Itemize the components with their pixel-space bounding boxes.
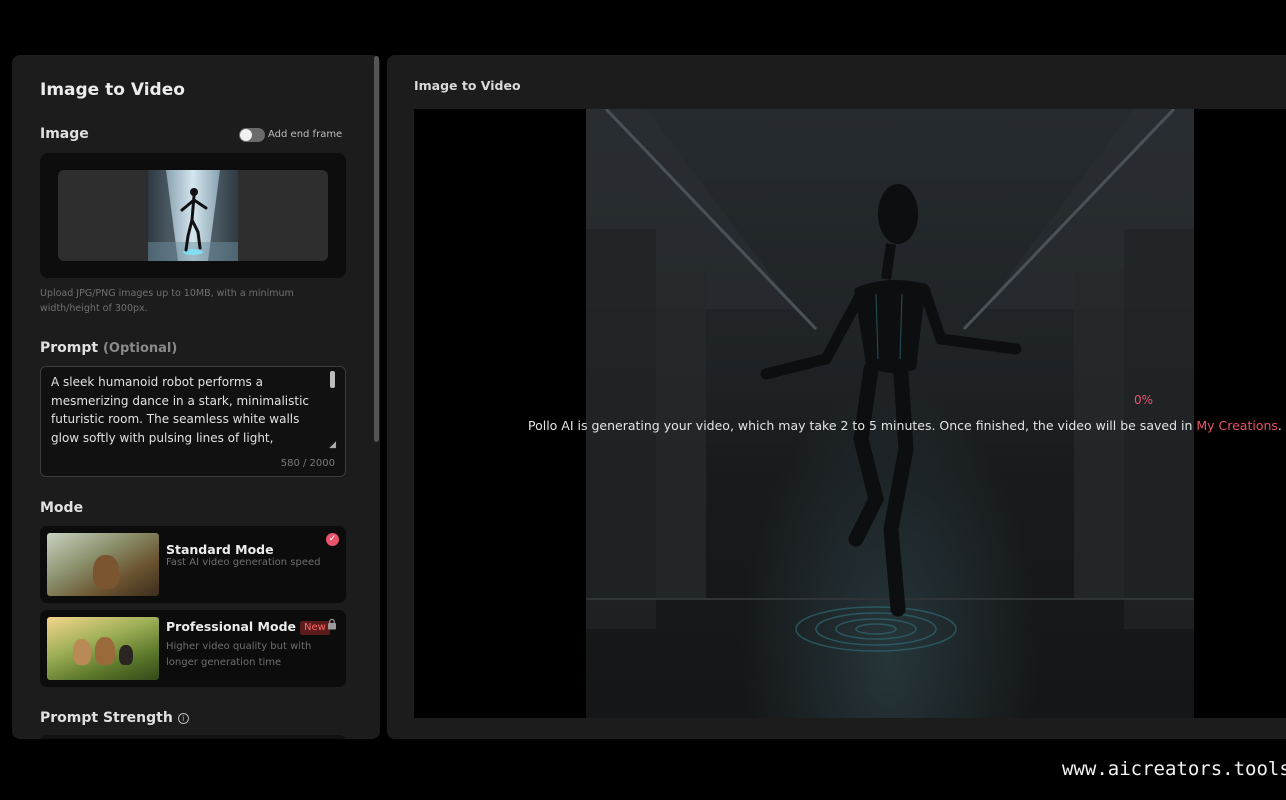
- toggle-knob: [240, 129, 252, 141]
- mode-name-text: Professional Mode: [166, 619, 297, 634]
- site-watermark: www.aicreators.tools: [1062, 758, 1286, 780]
- professional-mode-thumbnail: [47, 617, 159, 680]
- uploaded-image-preview[interactable]: [58, 170, 328, 261]
- end-frame-toggle[interactable]: [239, 128, 265, 142]
- dog-image: [119, 645, 133, 665]
- status-suffix: .: [1277, 418, 1282, 433]
- prompt-scrollbar[interactable]: [330, 371, 335, 388]
- info-icon[interactable]: i: [177, 712, 189, 724]
- resize-handle-icon[interactable]: ◢: [329, 440, 336, 450]
- mode-section-label: Mode: [40, 500, 84, 516]
- optional-label: (Optional): [102, 341, 178, 356]
- settings-panel: Image to Video Image Add end frame Uploa…: [12, 55, 380, 739]
- status-text: Pollo AI is generating your video, which…: [528, 418, 1197, 433]
- lock-icon: [328, 618, 336, 630]
- video-preview-area: 0% Pollo AI is generating your video, wh…: [414, 109, 1286, 718]
- my-creations-link[interactable]: My Creations: [1196, 418, 1278, 433]
- progress-percentage: 0%: [1134, 393, 1154, 407]
- mode-name: Professional Mode New: [166, 619, 330, 635]
- mode-description: Fast AI video generation speed: [166, 557, 321, 568]
- prompt-section-label: Prompt (Optional): [40, 340, 177, 356]
- prompt-strength-text: Prompt Strength: [40, 710, 173, 726]
- image-section-label: Image: [40, 126, 89, 142]
- preview-panel: Image to Video 0% Pollo AI is generating…: [387, 55, 1286, 739]
- mode-description: Higher video quality but with longer gen…: [166, 641, 312, 668]
- professional-mode-option[interactable]: Professional Mode New Higher video qualit…: [40, 610, 346, 687]
- check-circle-icon: ✓: [326, 533, 339, 546]
- upload-hint: Upload JPG/PNG images up to 10MB, with a…: [40, 288, 294, 314]
- video-frame: [586, 109, 1194, 718]
- prompt-strength-label: Prompt Strength i: [40, 710, 189, 726]
- robot-figure-icon: [148, 170, 238, 261]
- preview-title: Image to Video: [414, 78, 521, 93]
- dog-image: [93, 555, 119, 589]
- panel-title: Image to Video: [40, 80, 185, 100]
- generation-status-message: Pollo AI is generating your video, which…: [528, 418, 1282, 433]
- robot-thumbnail: [148, 170, 238, 261]
- end-frame-toggle-label[interactable]: Add end frame: [268, 129, 342, 140]
- prompt-textarea[interactable]: A sleek humanoid robot performs a mesmer…: [40, 366, 346, 477]
- image-upload-dropzone[interactable]: [40, 153, 346, 278]
- prompt-text[interactable]: A sleek humanoid robot performs a mesmer…: [51, 373, 331, 449]
- prompt-strength-control[interactable]: [40, 735, 346, 739]
- prompt-label: Prompt: [40, 340, 99, 356]
- standard-mode-thumbnail: [47, 533, 159, 596]
- dog-image: [95, 637, 115, 665]
- robot-dancer-image: [586, 109, 1194, 652]
- character-counter: 580 / 2000: [280, 458, 335, 469]
- panel-scrollbar[interactable]: [374, 56, 379, 442]
- standard-mode-option[interactable]: Standard Mode Fast AI video generation s…: [40, 526, 346, 603]
- dog-image: [73, 639, 91, 665]
